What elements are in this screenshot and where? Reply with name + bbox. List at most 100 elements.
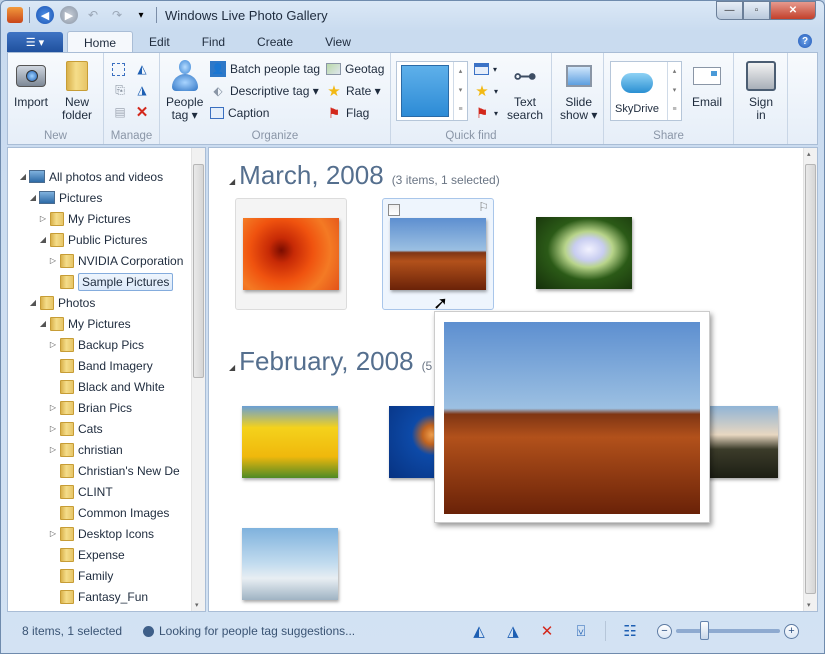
- new-folder-button[interactable]: New folder: [60, 59, 94, 122]
- folder-tree-item[interactable]: ▷ Cats: [8, 418, 193, 439]
- folder-tree-item[interactable]: CLINT: [8, 481, 193, 502]
- slideshow-icon[interactable]: ⍌: [571, 621, 591, 641]
- share-gallery[interactable]: SkyDrive ▴ ▾ ≡: [610, 61, 682, 121]
- folder-tree-item[interactable]: Fantasy_Fun: [8, 586, 193, 607]
- import-button[interactable]: Import: [14, 59, 48, 109]
- section-header-march[interactable]: ◢ March, 2008 (3 items, 1 selected): [229, 160, 500, 191]
- zoom-in-button[interactable]: +: [784, 623, 799, 639]
- folder-tree-item[interactable]: ◢ All photos and videos: [8, 166, 193, 187]
- thumbnail-scrollbar-thumb[interactable]: [805, 164, 816, 594]
- people-tag-button[interactable]: People tag ▾: [166, 59, 203, 122]
- rotate-left-icon[interactable]: ◭: [469, 621, 489, 641]
- folder-tree-item[interactable]: Band Imagery: [8, 355, 193, 376]
- rating-filter-button[interactable]: ★ ▾: [474, 81, 498, 101]
- sign-in-button[interactable]: Sign in: [744, 59, 778, 122]
- paste-icon[interactable]: ▤: [112, 104, 128, 120]
- tab-home[interactable]: Home: [67, 31, 134, 53]
- zoom-slider-thumb[interactable]: [699, 621, 709, 640]
- collapse-arrow-icon[interactable]: ◢: [18, 172, 28, 181]
- expand-arrow-icon[interactable]: ▷: [48, 256, 58, 265]
- select-all-icon[interactable]: [112, 62, 125, 76]
- scroll-down-arrow[interactable]: ▾: [807, 601, 811, 609]
- flag-button[interactable]: ⚑ Flag: [326, 103, 370, 123]
- folder-tree-item[interactable]: ▷ NVIDIA Corporation: [8, 250, 193, 271]
- caption-button[interactable]: Caption: [210, 103, 269, 123]
- folder-tree-item[interactable]: Expense: [8, 544, 193, 565]
- app-menu-button[interactable]: ☰ ▾: [7, 32, 63, 53]
- folder-tree-item[interactable]: ▷ Brian Pics: [8, 397, 193, 418]
- select-checkbox[interactable]: [388, 204, 400, 216]
- nav-scrollbar-thumb[interactable]: [193, 164, 204, 378]
- delete-icon[interactable]: ✕: [537, 621, 557, 641]
- zoom-out-button[interactable]: −: [657, 623, 672, 639]
- tab-edit[interactable]: Edit: [133, 31, 186, 53]
- close-button[interactable]: ✕: [770, 1, 816, 20]
- collapse-arrow-icon[interactable]: ◢: [28, 193, 38, 202]
- folder-tree-item[interactable]: ▷ Desktop Icons: [8, 523, 193, 544]
- undo-icon[interactable]: ↶: [84, 6, 102, 24]
- flag-filter-button[interactable]: ⚑ ▾: [474, 103, 498, 123]
- zoom-slider[interactable]: [676, 621, 780, 640]
- tab-create[interactable]: Create: [241, 31, 309, 53]
- folder-tree-item[interactable]: Family: [8, 565, 193, 586]
- folder-tree-item[interactable]: ◢ Public Pictures: [8, 229, 193, 250]
- slide-show-button[interactable]: Slide show ▾: [560, 59, 597, 122]
- tab-find[interactable]: Find: [186, 31, 241, 53]
- batch-people-tag-button[interactable]: 👤 Batch people tag: [210, 59, 320, 79]
- collapse-arrow-icon[interactable]: ◢: [38, 319, 48, 328]
- skydrive-button[interactable]: SkyDrive: [615, 66, 659, 116]
- rotate-right-icon[interactable]: ◮: [134, 82, 150, 98]
- back-icon[interactable]: ◀: [36, 6, 54, 24]
- rate-button[interactable]: ★ Rate ▾: [326, 81, 380, 101]
- expand-arrow-icon[interactable]: ▷: [48, 340, 58, 349]
- folder-tree-item[interactable]: ◢ Pictures: [8, 187, 193, 208]
- scroll-down-arrow[interactable]: ▾: [195, 601, 199, 609]
- descriptive-tag-button[interactable]: ⬖ Descriptive tag ▾: [210, 81, 318, 101]
- help-icon[interactable]: ?: [798, 34, 812, 48]
- collapse-arrow-icon[interactable]: ◢: [38, 235, 48, 244]
- minimize-button[interactable]: —: [716, 1, 743, 20]
- rotate-right-icon[interactable]: ◮: [503, 621, 523, 641]
- thumbnail-tulips[interactable]: [235, 387, 347, 499]
- copy-icon[interactable]: ⎘: [112, 82, 128, 98]
- folder-tree-item[interactable]: Common Images: [8, 502, 193, 523]
- folder-tree-item[interactable]: Black and White: [8, 376, 193, 397]
- customize-qat-icon[interactable]: ▾: [132, 6, 150, 24]
- delete-icon[interactable]: ✕: [134, 104, 150, 121]
- folder-tree-item[interactable]: Sample Pictures: [8, 271, 193, 292]
- details-view-icon[interactable]: ☷: [620, 621, 640, 641]
- maximize-button[interactable]: ▫: [743, 1, 770, 20]
- share-gallery-scrollbar[interactable]: ▴ ▾ ≡: [667, 62, 681, 120]
- email-button[interactable]: Email: [690, 59, 724, 109]
- folder-tree-item[interactable]: ▷ christian: [8, 439, 193, 460]
- tab-view[interactable]: View: [309, 31, 367, 53]
- text-search-button[interactable]: ⊶ Text search: [507, 59, 543, 122]
- collapse-icon[interactable]: ◢: [229, 177, 235, 186]
- expand-arrow-icon[interactable]: ▷: [48, 403, 58, 412]
- flag-icon[interactable]: ⚐: [478, 200, 489, 214]
- section-header-february[interactable]: ◢ February, 2008 (5 i: [229, 346, 438, 377]
- date-filter-button[interactable]: ▾: [474, 59, 497, 79]
- folder-tree-item[interactable]: Christian's New De: [8, 460, 193, 481]
- expand-arrow-icon[interactable]: ▷: [48, 445, 58, 454]
- expand-arrow-icon[interactable]: ▷: [38, 214, 48, 223]
- folder-tree-item[interactable]: ▷ Backup Pics: [8, 334, 193, 355]
- collapse-icon[interactable]: ◢: [229, 363, 235, 372]
- folder-tree-item[interactable]: ▷ My Pictures: [8, 208, 193, 229]
- expand-arrow-icon[interactable]: ▷: [48, 424, 58, 433]
- folder-tree-item[interactable]: ◢ Photos: [8, 292, 193, 313]
- gallery-scrollbar[interactable]: ▴ ▾ ≡: [453, 62, 467, 120]
- redo-icon[interactable]: ↷: [108, 6, 126, 24]
- folder-tree-item[interactable]: ◢ My Pictures: [8, 313, 193, 334]
- rotate-left-icon[interactable]: ◭: [134, 61, 150, 77]
- photo-gallery-icon[interactable]: [7, 7, 23, 23]
- nav-scrollbar[interactable]: ▾: [191, 148, 205, 611]
- scroll-up-arrow[interactable]: ▴: [807, 150, 811, 158]
- people-quick-find-gallery[interactable]: ▴ ▾ ≡: [396, 61, 468, 121]
- thumbnail-scrollbar[interactable]: ▴ ▾: [803, 148, 817, 611]
- thumbnail-penguins[interactable]: [235, 509, 347, 621]
- thumbnail-hydrangeas[interactable]: [529, 198, 641, 310]
- collapse-arrow-icon[interactable]: ◢: [28, 298, 38, 307]
- geotag-button[interactable]: Geotag: [326, 59, 384, 79]
- expand-arrow-icon[interactable]: ▷: [48, 529, 58, 538]
